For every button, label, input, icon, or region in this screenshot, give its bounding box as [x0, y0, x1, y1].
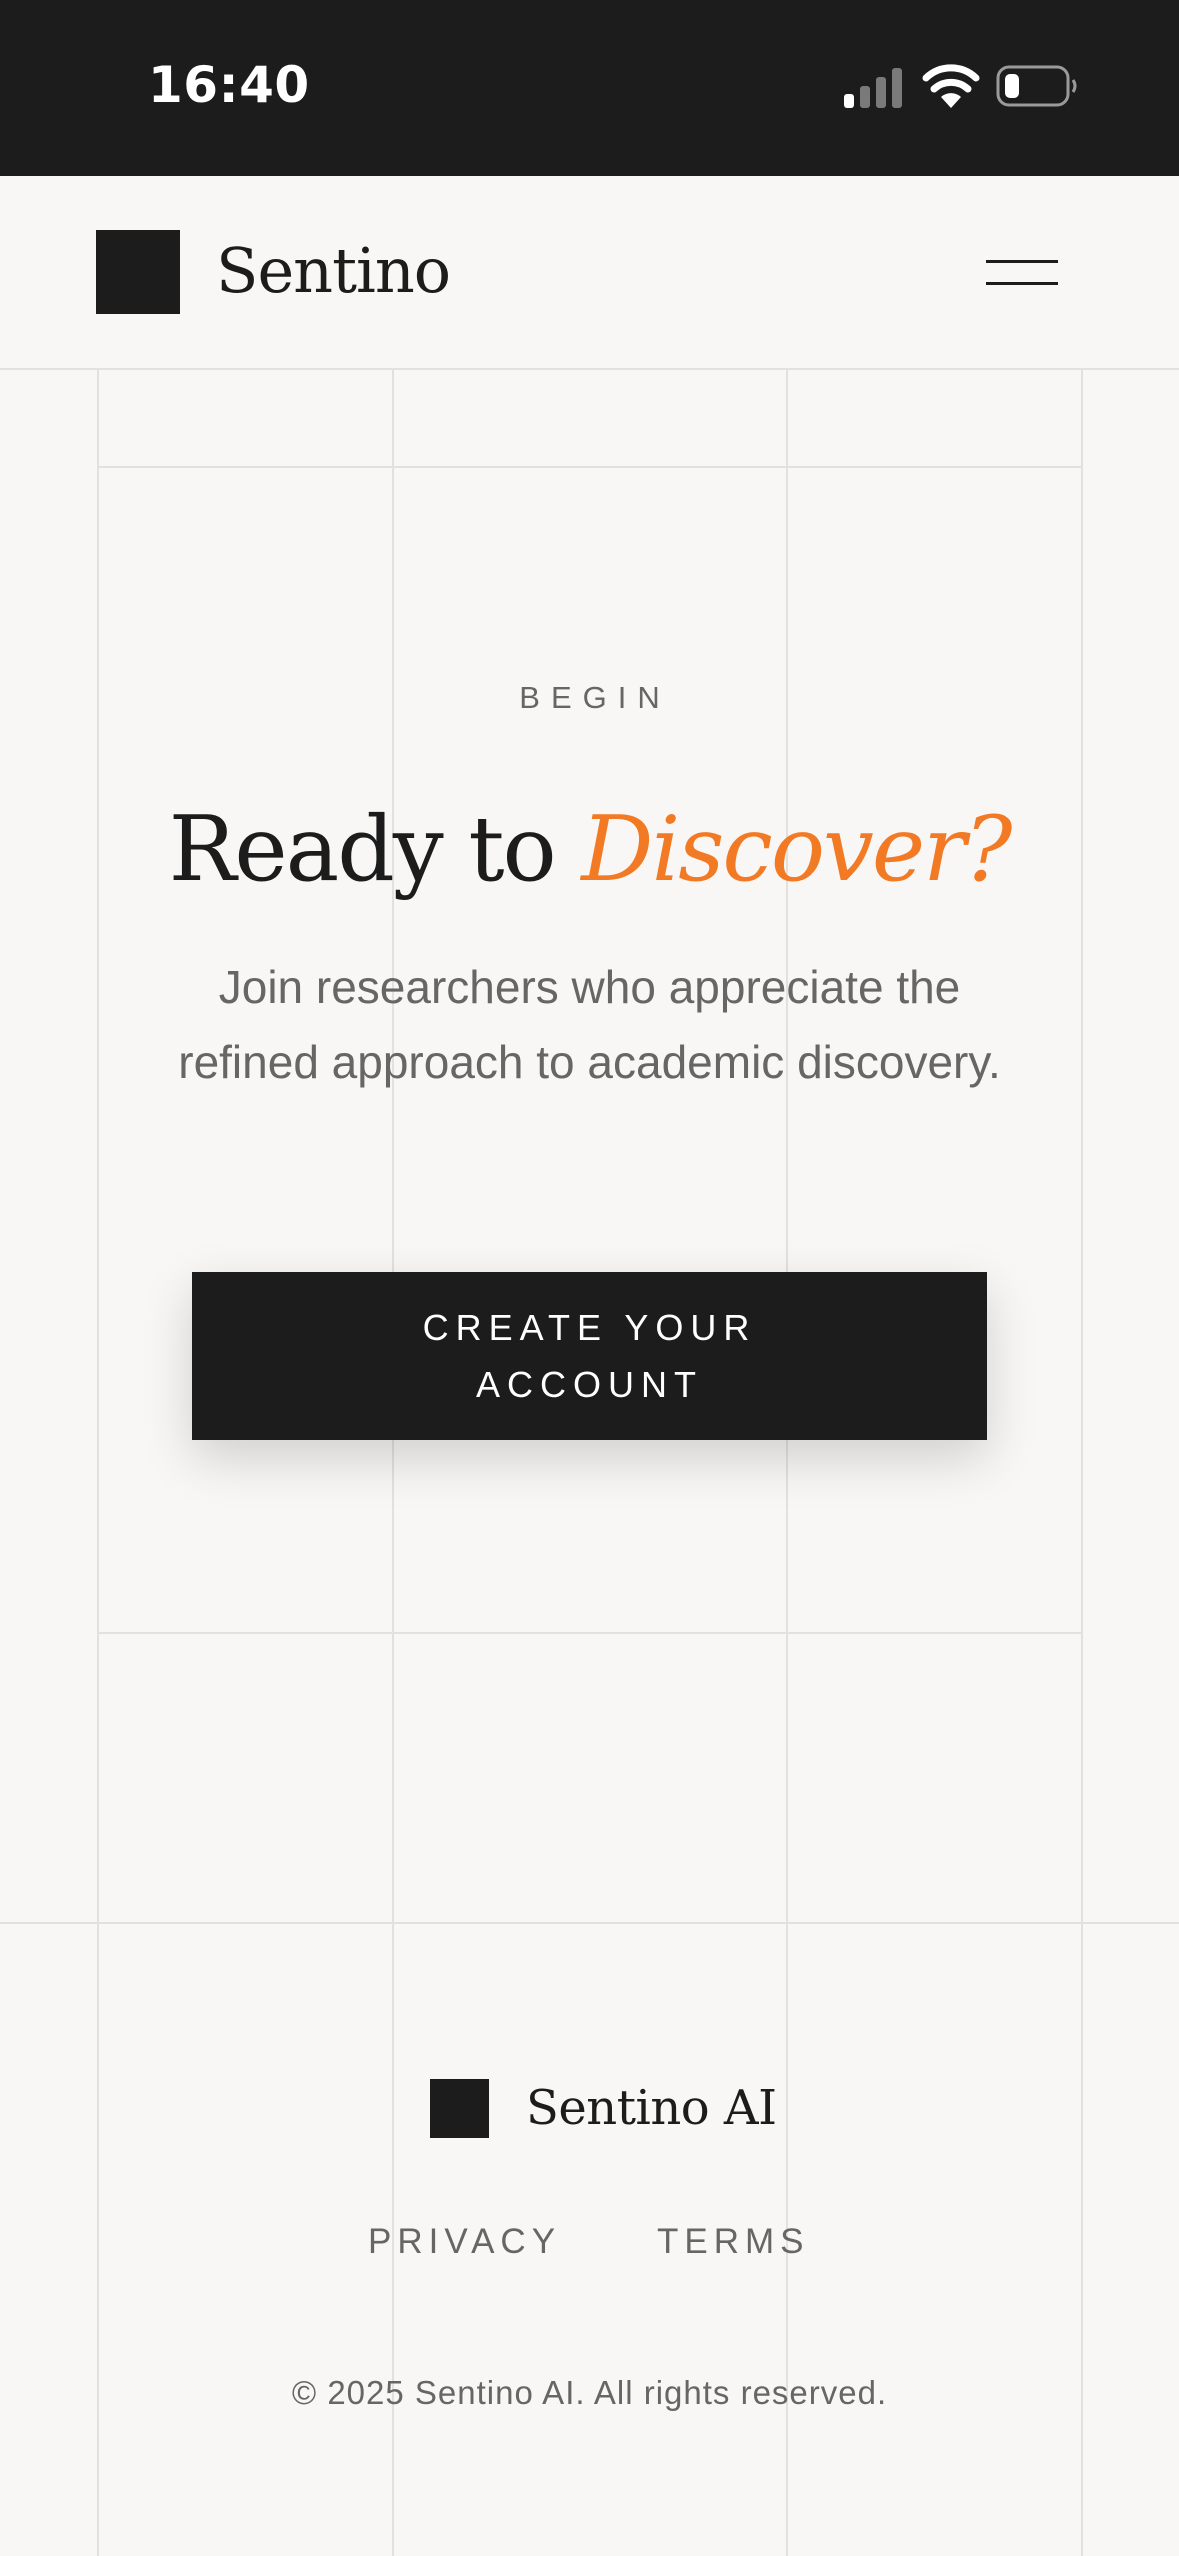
hamburger-menu-icon[interactable] [978, 246, 1060, 300]
battery-icon [996, 65, 1077, 107]
create-account-button[interactable]: CREATE YOUR ACCOUNT [192, 1272, 987, 1440]
status-bar: 16:40 [0, 0, 1179, 176]
logo-mark[interactable] [96, 230, 180, 314]
brand-name[interactable]: Sentino [216, 226, 451, 316]
status-time: 16:40 [148, 56, 310, 114]
footer-brand: Sentino AI [526, 2080, 777, 2136]
nav-header: Sentino [0, 176, 1179, 370]
footer-divider [0, 1922, 1179, 1924]
copyright: © 2025 Sentino AI. All rights reserved. [291, 2374, 888, 2411]
grid-horizontal-line [97, 1632, 1083, 1634]
footer-link-terms[interactable]: TERMS [657, 2222, 810, 2262]
menu-bar [986, 282, 1058, 285]
cellular-signal-icon [844, 68, 902, 108]
title-accent: Discover? [581, 797, 1012, 902]
footer-link-privacy[interactable]: PRIVACY [368, 2222, 561, 2262]
section-eyebrow: BEGIN [519, 680, 671, 715]
footer-logo-mark [430, 2079, 489, 2138]
wifi-icon [922, 64, 980, 108]
menu-bar [986, 260, 1058, 263]
section-description: Join researchers who appreciate the refi… [178, 961, 1001, 1088]
grid-horizontal-line [97, 466, 1083, 468]
title-plain: Ready to [168, 797, 582, 902]
section-title: Ready to Discover? [0, 785, 1179, 915]
